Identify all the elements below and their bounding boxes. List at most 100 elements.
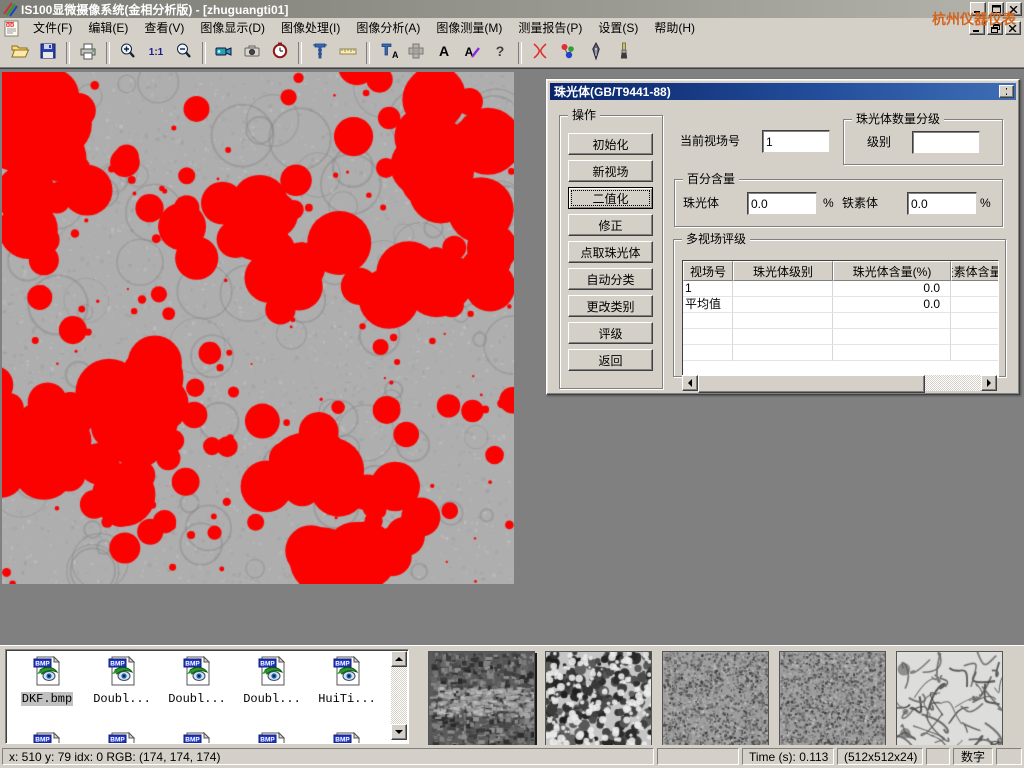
menu-item-7[interactable]: 测量报告(P)	[510, 18, 590, 38]
table-header-1[interactable]: 珠光体级别	[733, 261, 833, 281]
table-row-0[interactable]: 10.0	[683, 281, 998, 297]
table-cell	[951, 281, 999, 297]
menu-item-2[interactable]: 查看(V)	[136, 18, 192, 38]
menu-item-4[interactable]: 图像处理(I)	[273, 18, 348, 38]
operation-button-5[interactable]: 自动分类	[568, 268, 653, 290]
file-item-2[interactable]: BMPDoubl...	[160, 654, 234, 706]
current-field-label: 当前视场号	[680, 130, 740, 152]
operation-button-4[interactable]: 点取珠光体	[568, 241, 653, 263]
operation-button-7[interactable]: 评级	[568, 322, 653, 344]
thumbnail-2[interactable]	[662, 651, 769, 746]
menu-bar: DOC 文件(F)编辑(E)查看(V)图像显示(D)图像处理(I)图像分析(A)…	[0, 18, 1024, 39]
menu-item-8[interactable]: 设置(S)	[590, 18, 646, 38]
video-camera-button[interactable]	[211, 40, 237, 65]
photo-camera-button[interactable]	[239, 40, 265, 65]
operation-button-1[interactable]: 新视场	[568, 160, 653, 182]
table-horizontal-scrollbar[interactable]	[682, 375, 997, 391]
zoom-in-button[interactable]	[115, 40, 141, 65]
current-field-input[interactable]	[762, 130, 830, 153]
save-file-button[interactable]	[35, 40, 61, 65]
scrollbar-thumb[interactable]	[698, 375, 925, 393]
maximize-button[interactable]	[988, 2, 1004, 16]
table-header-2[interactable]: 珠光体含量(%)	[833, 261, 951, 281]
pen-tool-button[interactable]	[583, 40, 609, 65]
actual-size-button[interactable]: 1:1	[143, 40, 169, 65]
file-item-3[interactable]: BMPDoubl...	[235, 654, 309, 706]
file-item-4[interactable]: BMPHuiTi...	[310, 654, 384, 706]
scroll-right-button[interactable]	[981, 375, 997, 391]
file-item-row2-1[interactable]: BMP	[85, 730, 159, 744]
file-item-1[interactable]: BMPDoubl...	[85, 654, 159, 706]
table-row-2[interactable]	[683, 313, 998, 329]
table-row-4[interactable]	[683, 345, 998, 361]
zoom-in-icon	[118, 41, 138, 64]
mdi-close-button[interactable]	[1005, 21, 1021, 35]
svg-text:A: A	[392, 50, 398, 60]
menu-item-0[interactable]: 文件(F)	[25, 18, 80, 38]
menu-item-5[interactable]: 图像分析(A)	[348, 18, 428, 38]
print-button[interactable]	[75, 40, 101, 65]
file-list-scrollbar[interactable]	[391, 651, 407, 740]
timer-button[interactable]	[267, 40, 293, 65]
open-file-button[interactable]	[7, 40, 33, 65]
bmp-file-icon: BMP	[180, 730, 214, 744]
scroll-left-button[interactable]	[682, 375, 698, 391]
menu-item-6[interactable]: 图像测量(M)	[428, 18, 510, 38]
ruler-button[interactable]	[335, 40, 361, 65]
file-item-row2-4[interactable]: BMP	[310, 730, 384, 744]
level-input[interactable]	[912, 131, 980, 154]
table-row-3[interactable]	[683, 329, 998, 345]
thumbnail-4[interactable]	[896, 651, 1003, 746]
pearlite-percent-input[interactable]	[747, 192, 817, 215]
thumbnail-0[interactable]	[428, 651, 535, 746]
operation-button-3[interactable]: 修正	[568, 214, 653, 236]
dialog-title-bar[interactable]: 珠光体(GB/T9441-88)	[550, 83, 1016, 100]
toolbar-separator	[106, 42, 110, 64]
menu-item-1[interactable]: 编辑(E)	[80, 18, 136, 38]
scrollbar-track[interactable]	[925, 375, 981, 391]
table-row-1[interactable]: 平均值0.0	[683, 297, 998, 313]
toolbar-separator	[202, 42, 206, 64]
phase-markers-button[interactable]	[555, 40, 581, 65]
file-item-0[interactable]: BMPDKF.bmp	[10, 654, 84, 706]
document-icon: DOC	[3, 20, 21, 37]
mdi-minimize-button[interactable]	[969, 21, 985, 35]
table-header-3[interactable]: 铁素体含量(%)	[951, 261, 999, 281]
thumbnail-1[interactable]	[545, 651, 652, 746]
pattern-grid-button[interactable]	[403, 40, 429, 65]
table-cell: 0.0	[833, 281, 951, 297]
brush-tool-button[interactable]	[611, 40, 637, 65]
file-list: BMPDKF.bmpBMPDoubl...BMPDoubl...BMPDoubl…	[5, 649, 409, 744]
file-item-row2-3[interactable]: BMP	[235, 730, 309, 744]
file-name: HuiTi...	[310, 692, 384, 706]
zoom-out-button[interactable]	[171, 40, 197, 65]
close-button[interactable]	[1006, 2, 1022, 16]
operation-button-0[interactable]: 初始化	[568, 133, 653, 155]
file-scroll-down-button[interactable]	[391, 724, 407, 740]
table-cell	[683, 313, 733, 329]
operation-button-2[interactable]: 二值化	[568, 187, 653, 209]
metallographic-image[interactable]	[2, 72, 514, 584]
video-camera-icon	[214, 41, 234, 64]
file-item-row2-0[interactable]: BMP	[10, 730, 84, 744]
menu-item-3[interactable]: 图像显示(D)	[192, 18, 273, 38]
ferrite-percent-input[interactable]	[907, 192, 977, 215]
edit-annotation-button[interactable]: A	[459, 40, 485, 65]
table-header-0[interactable]: 视场号	[683, 261, 733, 281]
measure-label-button[interactable]: A	[375, 40, 401, 65]
menu-item-9[interactable]: 帮助(H)	[646, 18, 703, 38]
mdi-restore-button[interactable]	[987, 21, 1003, 35]
text-label-button[interactable]: A	[431, 40, 457, 65]
save-file-icon	[38, 41, 58, 64]
dialog-close-button[interactable]	[999, 85, 1014, 98]
curve-measure-button[interactable]	[527, 40, 553, 65]
file-scroll-up-button[interactable]	[391, 651, 407, 667]
caliper-button[interactable]	[307, 40, 333, 65]
file-item-row2-2[interactable]: BMP	[160, 730, 234, 744]
thumbnail-3[interactable]	[779, 651, 886, 746]
operation-button-8[interactable]: 返回	[568, 349, 653, 371]
table-cell	[733, 297, 833, 313]
help-button[interactable]: ?	[487, 40, 513, 65]
minimize-button[interactable]	[970, 2, 986, 16]
operation-button-6[interactable]: 更改类别	[568, 295, 653, 317]
